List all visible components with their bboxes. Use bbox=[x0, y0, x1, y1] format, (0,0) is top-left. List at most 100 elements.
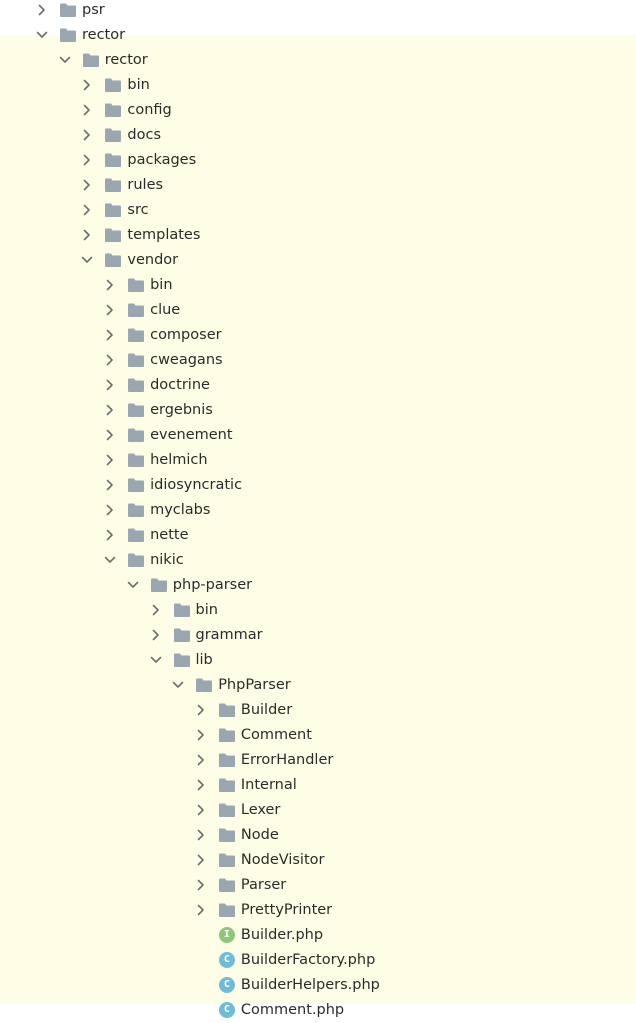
tree-folder-docs[interactable]: docs bbox=[0, 123, 636, 148]
chevron-right-icon[interactable] bbox=[195, 779, 207, 791]
tree-item-label: bin bbox=[150, 277, 173, 293]
chevron-right-icon[interactable] bbox=[81, 129, 93, 141]
chevron-right-icon[interactable] bbox=[195, 804, 207, 816]
chevron-right-icon[interactable] bbox=[104, 304, 116, 316]
chevron-right-icon[interactable] bbox=[104, 429, 116, 441]
tree-folder-prettyprinter[interactable]: PrettyPrinter bbox=[0, 898, 636, 923]
tree-folder-clue[interactable]: clue bbox=[0, 298, 636, 323]
tree-folder-psr[interactable]: psr bbox=[0, 0, 636, 23]
tree-file-comment-php[interactable]: C Comment.php bbox=[0, 998, 636, 1023]
chevron-right-icon[interactable] bbox=[81, 179, 93, 191]
chevron-right-icon[interactable] bbox=[195, 829, 207, 841]
tree-folder-rector[interactable]: rector bbox=[0, 48, 636, 73]
folder-icon bbox=[218, 752, 236, 768]
tree-folder-nodevisitor[interactable]: NodeVisitor bbox=[0, 848, 636, 873]
tree-item-label: grammar bbox=[195, 627, 263, 643]
chevron-down-icon[interactable] bbox=[104, 554, 116, 566]
tree-item-label: Builder bbox=[240, 702, 293, 718]
tree-item-label: helmich bbox=[150, 452, 208, 468]
tree-folder-helmich[interactable]: helmich bbox=[0, 448, 636, 473]
chevron-right-icon[interactable] bbox=[195, 754, 207, 766]
tree-item-label: templates bbox=[127, 227, 201, 243]
tree-item-label: psr bbox=[82, 2, 105, 18]
chevron-right-icon[interactable] bbox=[81, 79, 93, 91]
class-icon: C bbox=[218, 1002, 235, 1018]
chevron-right-icon[interactable] bbox=[104, 329, 116, 341]
chevron-right-icon[interactable] bbox=[104, 454, 116, 466]
chevron-right-icon[interactable] bbox=[81, 229, 93, 241]
tree-folder-templates[interactable]: templates bbox=[0, 223, 636, 248]
chevron-right-icon[interactable] bbox=[104, 279, 116, 291]
tree-item-label: vendor bbox=[127, 252, 179, 268]
tree-folder-cweagans[interactable]: cweagans bbox=[0, 348, 636, 373]
tree-folder-nette[interactable]: nette bbox=[0, 523, 636, 548]
chevron-down-icon[interactable] bbox=[127, 579, 139, 591]
tree-folder-bin[interactable]: bin bbox=[0, 73, 636, 98]
chevron-right-icon[interactable] bbox=[104, 479, 116, 491]
folder-icon bbox=[218, 877, 236, 893]
chevron-right-icon[interactable] bbox=[195, 879, 207, 891]
chevron-down-icon[interactable] bbox=[59, 54, 71, 66]
tree-folder-phpparser[interactable]: PhpParser bbox=[0, 673, 636, 698]
tree-item-label: lib bbox=[195, 652, 213, 668]
tree-folder-lib[interactable]: lib bbox=[0, 648, 636, 673]
tree-folder-evenement[interactable]: evenement bbox=[0, 423, 636, 448]
chevron-down-icon[interactable] bbox=[81, 254, 93, 266]
tree-folder-lexer[interactable]: Lexer bbox=[0, 798, 636, 823]
tree-item-label: BuilderHelpers.php bbox=[240, 977, 380, 993]
chevron-down-icon[interactable] bbox=[172, 679, 184, 691]
tree-folder-myclabs[interactable]: myclabs bbox=[0, 498, 636, 523]
tree-file-builderfactory-php[interactable]: C BuilderFactory.php bbox=[0, 948, 636, 973]
tree-folder-packages[interactable]: packages bbox=[0, 148, 636, 173]
tree-item-label: Builder.php bbox=[240, 927, 324, 943]
chevron-right-icon[interactable] bbox=[195, 904, 207, 916]
tree-folder-vendor[interactable]: vendor bbox=[0, 248, 636, 273]
tree-folder-composer[interactable]: composer bbox=[0, 323, 636, 348]
tree-folder-src[interactable]: src bbox=[0, 198, 636, 223]
tree-folder-ergebnis[interactable]: ergebnis bbox=[0, 398, 636, 423]
tree-folder-idiosyncratic[interactable]: idiosyncratic bbox=[0, 473, 636, 498]
tree-folder-doctrine[interactable]: doctrine bbox=[0, 373, 636, 398]
tree-file-builder-php[interactable]: I Builder.php bbox=[0, 923, 636, 948]
chevron-down-icon[interactable] bbox=[150, 654, 162, 666]
tree-folder-rector[interactable]: rector bbox=[0, 23, 636, 48]
chevron-right-icon[interactable] bbox=[195, 704, 207, 716]
chevron-right-icon[interactable] bbox=[104, 504, 116, 516]
project-tree[interactable]: psr rector rector bin config docs packages rule… bbox=[0, 0, 636, 1018]
chevron-right-icon[interactable] bbox=[104, 529, 116, 541]
tree-file-builderhelpers-php[interactable]: C BuilderHelpers.php bbox=[0, 973, 636, 998]
tree-folder-nikic[interactable]: nikic bbox=[0, 548, 636, 573]
tree-folder-grammar[interactable]: grammar bbox=[0, 623, 636, 648]
chevron-right-icon[interactable] bbox=[150, 629, 162, 641]
tree-item-label: PrettyPrinter bbox=[240, 902, 333, 918]
chevron-right-icon[interactable] bbox=[195, 854, 207, 866]
tree-folder-errorhandler[interactable]: ErrorHandler bbox=[0, 748, 636, 773]
chevron-down-icon[interactable] bbox=[36, 29, 48, 41]
folder-icon bbox=[218, 727, 236, 743]
tree-item-label: rules bbox=[127, 177, 164, 193]
folder-icon bbox=[104, 102, 122, 118]
chevron-right-icon[interactable] bbox=[104, 404, 116, 416]
tree-folder-builder[interactable]: Builder bbox=[0, 698, 636, 723]
tree-folder-bin[interactable]: bin bbox=[0, 598, 636, 623]
tree-folder-node[interactable]: Node bbox=[0, 823, 636, 848]
tree-item-label: clue bbox=[150, 302, 181, 318]
chevron-right-icon[interactable] bbox=[195, 729, 207, 741]
folder-icon bbox=[218, 702, 236, 718]
tree-folder-comment[interactable]: Comment bbox=[0, 723, 636, 748]
tree-folder-config[interactable]: config bbox=[0, 98, 636, 123]
tree-item-label: Node bbox=[240, 827, 279, 843]
chevron-right-icon[interactable] bbox=[36, 4, 48, 16]
chevron-right-icon[interactable] bbox=[104, 354, 116, 366]
chevron-right-icon[interactable] bbox=[104, 379, 116, 391]
tree-folder-php-parser[interactable]: php-parser bbox=[0, 573, 636, 598]
tree-folder-parser[interactable]: Parser bbox=[0, 873, 636, 898]
chevron-right-icon[interactable] bbox=[81, 204, 93, 216]
chevron-right-icon[interactable] bbox=[81, 104, 93, 116]
chevron-right-icon[interactable] bbox=[81, 154, 93, 166]
tree-folder-rules[interactable]: rules bbox=[0, 173, 636, 198]
tree-folder-bin[interactable]: bin bbox=[0, 273, 636, 298]
chevron-right-icon[interactable] bbox=[150, 604, 162, 616]
tree-folder-internal[interactable]: Internal bbox=[0, 773, 636, 798]
tree-item-label: src bbox=[127, 202, 149, 218]
